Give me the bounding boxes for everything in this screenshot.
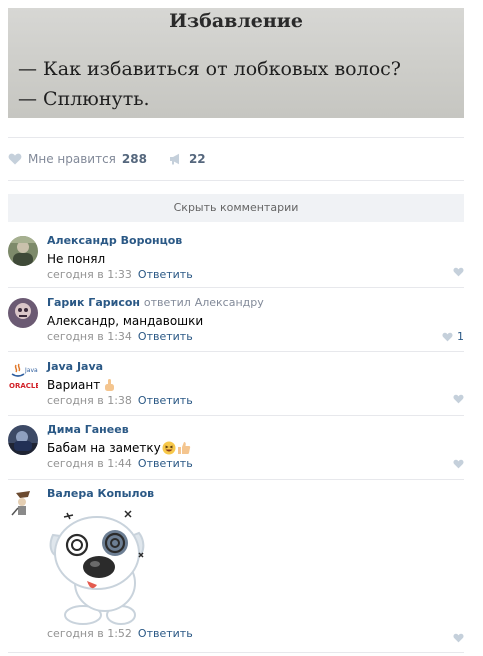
thumbs-up-emoji-icon [177, 442, 190, 454]
comment-text: Не понял [47, 252, 106, 266]
comment-author[interactable]: Александр Воронцов [47, 234, 464, 248]
comment-separator [8, 415, 464, 416]
shares-count: 22 [188, 152, 206, 166]
comment: Дима Ганеев Бабам на заметку сегодня в 1… [8, 423, 464, 473]
comment-like-button[interactable] [453, 459, 464, 469]
comment-text: Александр, мандавошки [47, 314, 204, 328]
comment: Александр Воронцов Не понял сегодня в 1:… [8, 234, 464, 284]
avatar[interactable] [8, 425, 38, 455]
reply-button[interactable]: Ответить [138, 268, 193, 281]
hide-comments-button[interactable]: Скрыть комментарии [8, 194, 464, 222]
share-button[interactable]: 22 [169, 152, 206, 166]
heart-icon [442, 332, 453, 341]
reply-prefix: ответил [143, 296, 191, 309]
like-button[interactable]: Мне нравится 288 [8, 152, 147, 166]
reply-button[interactable]: Ответить [138, 627, 193, 640]
image-line-answer: — Сплюнуть. [18, 88, 150, 110]
avatar[interactable] [8, 298, 38, 328]
post-actions: Мне нравится 288 22 [8, 150, 228, 168]
comment-author[interactable]: Валера Копылов [47, 487, 464, 501]
comment-time[interactable]: сегодня в 1:38 [47, 394, 132, 407]
comment-like-button[interactable]: 1 [442, 330, 464, 343]
reply-button[interactable]: Ответить [138, 330, 193, 343]
comment-like-button[interactable] [453, 267, 464, 277]
hand-pointing-up-emoji-icon [105, 379, 115, 391]
reply-button[interactable]: Ответить [138, 394, 193, 407]
comment-text: Бабам на заметку [47, 441, 161, 455]
avatar[interactable] [8, 489, 38, 519]
avatar[interactable] [8, 236, 38, 266]
likes-count: 288 [121, 152, 147, 166]
comment-text: Вариант [47, 378, 101, 392]
comment-author[interactable]: Java Java [47, 360, 464, 374]
comment-time[interactable]: сегодня в 1:33 [47, 268, 132, 281]
post-image[interactable]: Избавление — Как избавиться от лобковых … [8, 8, 464, 118]
reply-button[interactable]: Ответить [138, 457, 193, 470]
oracle-logo-text: ORACLE [9, 382, 38, 390]
comment-like-count: 1 [457, 330, 464, 343]
dizzy-dog-sticker [49, 510, 145, 625]
comment-author[interactable]: Дима Ганеев [47, 423, 464, 437]
heart-icon [453, 459, 464, 469]
heart-icon [453, 394, 464, 404]
reply-to-link[interactable]: Александру [195, 296, 264, 309]
avatar[interactable]: Java ORACLE [8, 362, 38, 392]
comment-author-line: Гарик Гарисон ответил Александру [47, 296, 464, 310]
divider [8, 137, 464, 138]
comment: Валера Копылов сегодня в 1:52 Ответить [8, 487, 464, 647]
heart-icon [453, 267, 464, 277]
comment-separator [8, 351, 464, 352]
comment-separator [8, 479, 464, 480]
comment: Гарик Гарисон ответил Александру Алексан… [8, 296, 464, 346]
comment-author[interactable]: Гарик Гарисон [47, 296, 140, 309]
java-logo-text: Java [24, 367, 38, 374]
comment-like-button[interactable] [453, 633, 464, 643]
image-title: Избавление [169, 10, 303, 32]
divider [8, 180, 464, 181]
likes-label: Мне нравится [28, 152, 116, 166]
comment-like-button[interactable] [453, 394, 464, 404]
sticker[interactable] [47, 507, 147, 625]
comment-separator [8, 287, 464, 288]
heart-icon [8, 153, 22, 165]
heart-icon [453, 633, 464, 643]
laughing-emoji-icon [162, 441, 176, 455]
comment-time[interactable]: сегодня в 1:52 [47, 627, 132, 640]
image-line-question: — Как избавиться от лобковых волос? [18, 58, 401, 80]
comment-time[interactable]: сегодня в 1:34 [47, 330, 132, 343]
comment-separator [8, 652, 464, 653]
megaphone-icon [169, 153, 179, 165]
comment-time[interactable]: сегодня в 1:44 [47, 457, 132, 470]
comment: Java ORACLE Java Java Вариант сегодня в … [8, 360, 464, 410]
